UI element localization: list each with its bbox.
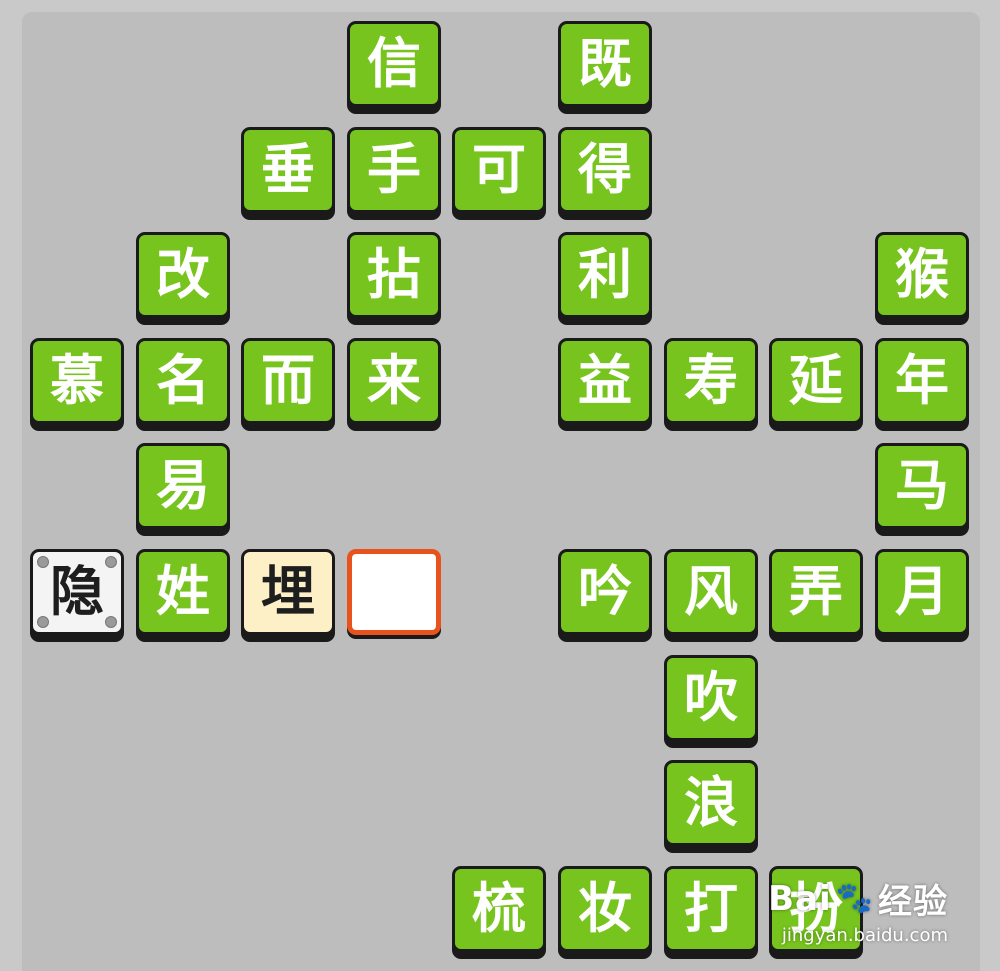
screw-icon bbox=[37, 556, 49, 568]
solved-tile: 可 bbox=[452, 127, 546, 213]
solved-tile: 来 bbox=[347, 338, 441, 424]
solved-tile: 信 bbox=[347, 21, 441, 107]
solved-tile: 弄 bbox=[769, 549, 863, 635]
solved-tile: 既 bbox=[558, 21, 652, 107]
solved-tile: 年 bbox=[875, 338, 969, 424]
watermark-brand2: 经验 bbox=[878, 882, 948, 922]
solved-tile: 梳 bbox=[452, 866, 546, 952]
solved-tile: 妆 bbox=[558, 866, 652, 952]
solved-tile: 马 bbox=[875, 443, 969, 529]
solved-tile: 改 bbox=[136, 232, 230, 318]
solved-tile: 打 bbox=[664, 866, 758, 952]
solved-tile: 手 bbox=[347, 127, 441, 213]
screw-icon bbox=[37, 616, 49, 628]
solved-tile: 月 bbox=[875, 549, 969, 635]
solved-tile: 寿 bbox=[664, 338, 758, 424]
solved-tile: 而 bbox=[241, 338, 335, 424]
solved-tile: 益 bbox=[558, 338, 652, 424]
given-hint-tile: 隐 bbox=[30, 549, 124, 635]
solved-tile: 浪 bbox=[664, 760, 758, 846]
solved-tile: 延 bbox=[769, 338, 863, 424]
watermark-brand: Bai bbox=[768, 878, 832, 919]
screw-icon bbox=[105, 556, 117, 568]
baidu-watermark: Bai 🐾 经验 jingyan.baidu.com bbox=[768, 874, 948, 947]
solved-tile: 猴 bbox=[875, 232, 969, 318]
filled-answer-tile[interactable]: 埋 bbox=[241, 549, 335, 635]
solved-tile: 吹 bbox=[664, 655, 758, 741]
solved-tile: 名 bbox=[136, 338, 230, 424]
solved-tile: 易 bbox=[136, 443, 230, 529]
solved-tile: 拈 bbox=[347, 232, 441, 318]
watermark-url: jingyan.baidu.com bbox=[781, 925, 948, 946]
screw-icon bbox=[105, 616, 117, 628]
paw-icon: 🐾 bbox=[835, 881, 874, 916]
solved-tile: 姓 bbox=[136, 549, 230, 635]
solved-tile: 吟 bbox=[558, 549, 652, 635]
solved-tile: 垂 bbox=[241, 127, 335, 213]
solved-tile: 慕 bbox=[30, 338, 124, 424]
empty-answer-slot[interactable] bbox=[347, 549, 441, 635]
solved-tile: 利 bbox=[558, 232, 652, 318]
solved-tile: 得 bbox=[558, 127, 652, 213]
solved-tile: 风 bbox=[664, 549, 758, 635]
